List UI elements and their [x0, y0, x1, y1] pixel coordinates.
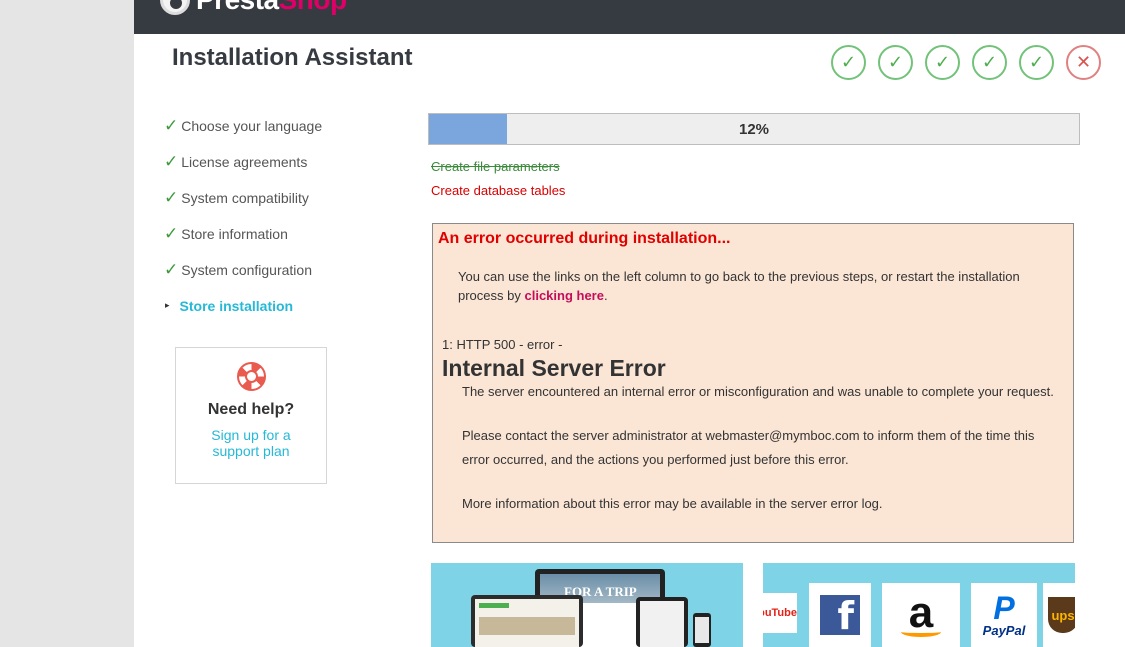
sidebar-item-store-installation[interactable]: ▸ Store installation	[164, 288, 322, 324]
server-error-paragraph-2: Please contact the server administrator …	[462, 428, 1035, 467]
support-link-line-1: Sign up for a	[211, 427, 291, 443]
restart-installation-link[interactable]: clicking here	[524, 288, 603, 303]
prestashop-logo: PrestaShop	[160, 0, 347, 16]
phone-image	[693, 613, 711, 647]
marketplaces-banner[interactable]: ouTube f a P PayPal ups	[763, 563, 1075, 647]
amazon-smile	[901, 627, 941, 637]
sidebar-item-store-information[interactable]: ✓ Store information	[164, 216, 322, 252]
page-title: Installation Assistant	[172, 44, 413, 71]
tablet-image	[636, 597, 688, 647]
sidebar-item-label: Store installation	[179, 298, 294, 314]
check-icon: ✓	[164, 224, 179, 244]
sidebar-item-label: System configuration	[181, 262, 312, 278]
sidebar-item-label: System compatibility	[181, 190, 309, 206]
support-plan-link[interactable]: Sign up for a support plan	[176, 427, 326, 459]
facebook-logo-icon: f	[809, 583, 871, 647]
sidebar-item-label: License agreements	[181, 154, 308, 170]
step-5-check-icon: ✓	[1019, 45, 1054, 80]
laptop-image	[471, 595, 583, 647]
paypal-wordmark: PayPal	[982, 622, 1026, 638]
paypal-logo-icon: P PayPal	[971, 583, 1037, 647]
server-error-paragraph-1: The server encountered an internal error…	[462, 384, 1054, 399]
puffin-logo-icon	[160, 0, 190, 15]
install-progress-bar: 12%	[428, 113, 1080, 145]
step-6-error-icon: ✕	[1066, 45, 1101, 80]
caret-right-icon: ▸	[165, 301, 170, 311]
sidebar-steps: ✓ Choose your language ✓ License agreeme…	[164, 108, 322, 324]
check-icon: ✓	[164, 260, 179, 280]
server-error-paragraph-3: More information about this error may be…	[462, 496, 883, 511]
logo-text: PrestaShop	[196, 0, 347, 16]
error-message: You can use the links on the left column…	[458, 267, 1048, 305]
server-error-heading: Internal Server Error	[442, 355, 666, 381]
lifebuoy-icon	[236, 362, 266, 391]
error-title: An error occurred during installation...	[438, 230, 731, 247]
facebook-mark: f	[820, 595, 860, 635]
step-3-check-icon: ✓	[925, 45, 960, 80]
check-icon: ✓	[164, 116, 179, 136]
support-link-line-2: support plan	[212, 443, 290, 459]
paypal-mark: P	[993, 589, 1015, 626]
sidebar-item-label: Store information	[181, 226, 288, 242]
error-box: An error occurred during installation...…	[432, 223, 1074, 543]
steps-indicator: ✓ ✓ ✓ ✓ ✓ ✕	[831, 45, 1101, 80]
top-header: PrestaShop	[134, 0, 1125, 34]
sidebar-item-compatibility[interactable]: ✓ System compatibility	[164, 180, 322, 216]
sidebar-item-label: Choose your language	[181, 118, 323, 134]
step-4-check-icon: ✓	[972, 45, 1007, 80]
sidebar-item-configuration[interactable]: ✓ System configuration	[164, 252, 322, 288]
sidebar-item-license[interactable]: ✓ License agreements	[164, 144, 322, 180]
error-message-end: .	[603, 288, 608, 303]
youtube-logo-icon: ouTube	[763, 593, 797, 633]
step-2-check-icon: ✓	[878, 45, 913, 80]
task-create-database-tables: Create database tables	[431, 183, 566, 198]
check-icon: ✓	[164, 188, 179, 208]
help-heading: Need help?	[207, 401, 295, 418]
amazon-logo-icon: a	[882, 583, 960, 647]
ups-logo-icon: ups	[1043, 583, 1075, 647]
task-create-file-parameters: Create file parameters	[431, 159, 560, 174]
progress-percent: 12%	[738, 121, 770, 138]
ups-mark: ups	[1048, 597, 1075, 633]
themes-banner[interactable]: FOR A TRIP	[431, 563, 743, 647]
step-1-check-icon: ✓	[831, 45, 866, 80]
help-box: Need help? Sign up for a support plan	[175, 347, 327, 484]
check-icon: ✓	[164, 152, 179, 172]
sidebar-item-language[interactable]: ✓ Choose your language	[164, 108, 322, 144]
http-error-line: 1: HTTP 500 - error -	[442, 337, 563, 352]
